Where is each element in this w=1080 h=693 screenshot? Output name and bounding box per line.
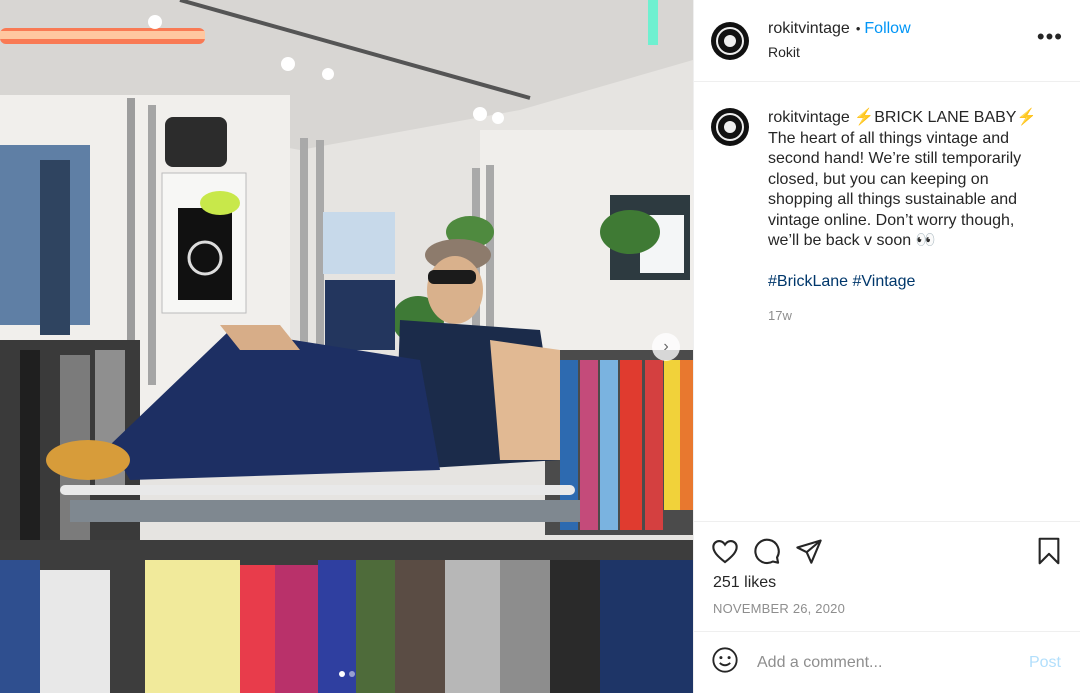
carousel-next-button[interactable]: › [652,333,680,361]
avatar-logo-icon [716,26,744,55]
post-side-panel: rokitvintage • Follow Rokit ••• rokitvin… [693,0,1080,693]
comment-input[interactable] [757,653,1029,672]
hashtag-vintage[interactable]: #Vintage [853,273,916,290]
caption-avatar[interactable] [711,108,749,146]
comment-bar: Post [694,631,1080,693]
caption-age: 17w [768,308,792,323]
hashtag-bricklane[interactable]: #BrickLane [768,273,848,290]
hashtags: #BrickLane #Vintage [768,272,1038,293]
avatar-logo-icon [716,113,744,141]
avatar[interactable] [711,21,749,60]
follow-button[interactable]: Follow [864,20,910,38]
emoji-icon[interactable] [711,646,739,679]
action-icons [694,522,1080,570]
header-username[interactable]: rokitvintage [768,20,850,38]
caption: rokitvintage ⚡BRICK LANE BABY⚡ The heart… [694,82,1080,327]
likes-count[interactable]: 251 likes [694,574,1080,592]
carousel-dot-active [338,671,345,677]
chevron-right-icon: › [663,338,669,355]
more-options-icon[interactable]: ••• [1037,26,1063,48]
header-line: rokitvintage • Follow [768,20,911,38]
post-date: NOVEMBER 26, 2020 [713,601,846,616]
carousel-dot [348,671,355,677]
post-photo[interactable]: › [0,0,693,693]
caption-username[interactable]: rokitvintage [768,109,850,126]
store-photo [0,0,693,693]
instagram-post: › rokitvintage • Follow Rokit ••• rokitv… [0,0,1080,693]
share-icon[interactable] [795,537,823,570]
location-link[interactable]: Rokit [768,44,911,60]
bookmark-icon[interactable] [1037,537,1061,570]
post-header: rokitvintage • Follow Rokit ••• [694,0,1080,82]
comment-icon[interactable] [753,537,781,570]
heart-icon[interactable] [711,538,739,569]
caption-text: rokitvintage ⚡BRICK LANE BABY⚡ The heart… [768,108,1038,252]
header-text: rokitvintage • Follow Rokit [768,20,911,60]
header-separator: • [855,21,861,36]
caption-lead: ⚡BRICK LANE BABY⚡ [849,109,1037,126]
caption-body-text: The heart of all things vintage and seco… [768,129,1022,250]
carousel-indicator [0,671,693,677]
post-actions: 251 likes NOVEMBER 26, 2020 [694,521,1080,616]
caption-body: rokitvintage ⚡BRICK LANE BABY⚡ The heart… [768,108,1038,327]
post-comment-button[interactable]: Post [1029,654,1061,672]
